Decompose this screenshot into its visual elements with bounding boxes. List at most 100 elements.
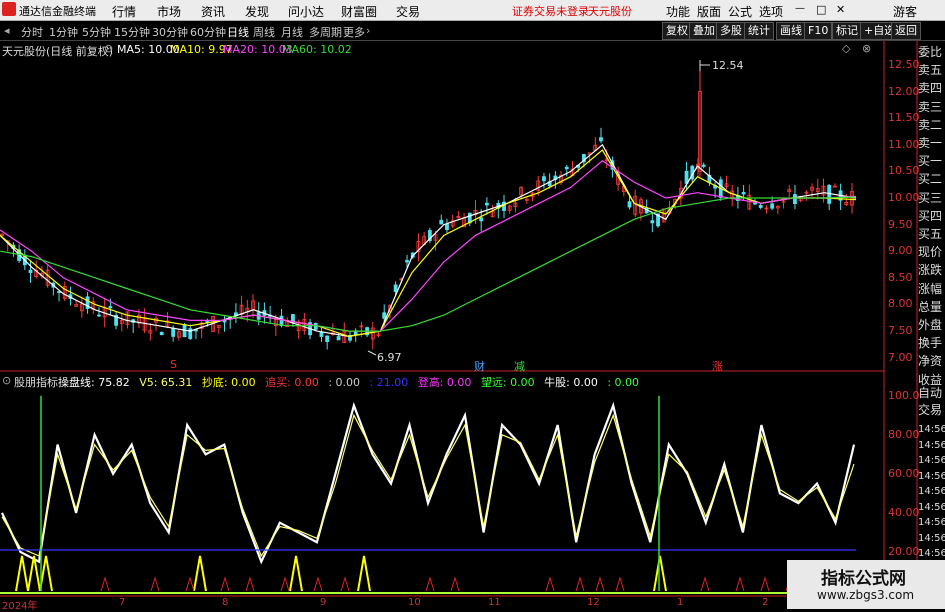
marker-finance[interactable]: 财	[474, 358, 485, 374]
candle-body	[279, 315, 284, 326]
period-toolbar: ◂ 分时 1分钟 5分钟 15分钟 30分钟 60分钟 日线 周线 月线 多周期…	[0, 21, 945, 41]
indicator-tick: 20.00	[888, 544, 920, 558]
guest-label[interactable]: 游客	[893, 3, 917, 20]
period-30min[interactable]: 30分钟	[152, 24, 188, 40]
trade-time: 14:56	[918, 424, 945, 435]
candle-body	[97, 314, 101, 317]
ma-line-ma5	[0, 143, 857, 338]
buy-signal-spike	[289, 555, 303, 592]
collapse-left-icon[interactable]: ◂	[4, 24, 10, 37]
quote-field-label: 涨跌	[918, 263, 943, 278]
menu-item-discover[interactable]: 发现	[245, 3, 269, 20]
period-monthly[interactable]: 月线	[281, 24, 303, 40]
price-tick: 11.50	[888, 111, 920, 125]
tool-mark[interactable]: 标记	[832, 22, 862, 40]
time-tick: 2024年	[2, 601, 38, 612]
candlestick-series	[0, 62, 854, 350]
chart-canvas[interactable]	[0, 41, 945, 609]
menu-item-formula[interactable]: 公式	[728, 3, 752, 20]
indicator-lines	[0, 401, 856, 565]
marker-s[interactable]: S	[170, 358, 177, 371]
tool-adjust[interactable]: 复权	[662, 22, 692, 40]
menu-item-function[interactable]: 功能	[666, 3, 690, 20]
menu-item-layout[interactable]: 版面	[697, 3, 721, 20]
price-tick: 10.50	[888, 164, 920, 178]
price-tick: 9.00	[888, 244, 913, 258]
menu-item-ask[interactable]: 问小达	[288, 3, 324, 20]
tool-stats[interactable]: 统计	[744, 22, 774, 40]
time-tick: 10	[408, 597, 421, 608]
quote-field-label: 卖三	[918, 99, 943, 114]
trade-time: 14:56	[918, 501, 945, 513]
ma-lines	[0, 143, 857, 338]
low-pointer	[367, 350, 377, 356]
settings-icon[interactable]: ⊙	[104, 42, 113, 55]
marker-reduce[interactable]: 减	[514, 358, 525, 374]
marker-limit-up[interactable]: 涨	[712, 358, 723, 374]
chevron-right-icon[interactable]: ›	[366, 24, 370, 37]
candle-body	[159, 331, 164, 336]
price-tick: 7.50	[888, 324, 913, 338]
period-weekly[interactable]: 周线	[253, 24, 275, 40]
watermark: 指标公式网 www.zbgs3.com	[787, 560, 945, 609]
trade-time: 14:56	[918, 548, 945, 559]
period-1min[interactable]: 1分钟	[49, 24, 78, 40]
quote-field-label: 买一	[918, 154, 943, 169]
candle-body	[827, 184, 832, 204]
period-60min[interactable]: 60分钟	[190, 24, 226, 40]
buy-signal-spike	[193, 555, 207, 592]
menu-item-options[interactable]: 选项	[759, 3, 783, 20]
time-tick: 11	[488, 597, 501, 608]
price-tick: 11.00	[888, 137, 920, 151]
sell-signal-marker	[150, 576, 160, 592]
close-button[interactable]: ✕	[836, 3, 845, 16]
sell-signal-marker	[425, 576, 435, 592]
tool-f10[interactable]: F10	[804, 22, 833, 40]
sell-signal-marker	[735, 576, 745, 592]
indicator-title: 股朋指标	[14, 376, 58, 389]
period-multi[interactable]: 多周期	[309, 24, 342, 40]
indicator-values: 操盘线: 75.82 V5: 65.31 抄底: 0.00 追买: 0.00 :…	[58, 374, 639, 390]
tool-multistock[interactable]: 多股	[716, 22, 746, 40]
candle-body	[793, 194, 797, 205]
price-tick: 8.50	[888, 270, 913, 284]
period-daily[interactable]: 日线	[227, 24, 249, 40]
chart-close-icon[interactable]: ⊗	[862, 42, 871, 55]
sell-signal-marker	[760, 576, 770, 592]
trade-time: 14:56	[918, 517, 945, 528]
login-notice[interactable]: 证券交易未登录	[512, 3, 589, 19]
period-more[interactable]: 更多	[343, 24, 365, 40]
candle-body	[627, 201, 632, 208]
period-intraday[interactable]: 分时	[21, 24, 43, 40]
menu-item-market[interactable]: 市场	[157, 3, 181, 20]
candle-body	[701, 164, 706, 167]
auto-trade-label[interactable]: 交易	[918, 401, 945, 418]
low-price-label: 6.97	[377, 351, 402, 364]
period-5min[interactable]: 5分钟	[82, 24, 111, 40]
quote-field-label: 买四	[918, 208, 943, 223]
menu-item-quotes[interactable]: 行情	[112, 3, 136, 20]
candle-body	[758, 205, 763, 208]
sell-signal-marker	[615, 576, 625, 592]
watermark-url: www.zbgs3.com	[817, 588, 915, 602]
price-tick: 9.50	[888, 217, 913, 231]
ind-value: : 21.00	[369, 376, 409, 389]
tool-draw[interactable]: 画线	[776, 22, 806, 40]
indicator-settings-icon[interactable]: ⊙	[2, 374, 11, 387]
tool-back[interactable]: 返回	[891, 22, 921, 40]
minimize-button[interactable]: —	[795, 3, 805, 14]
candle-body	[405, 260, 409, 263]
menu-item-news[interactable]: 资讯	[201, 3, 225, 20]
menu-item-trade[interactable]: 交易	[396, 3, 420, 20]
period-15min[interactable]: 15分钟	[114, 24, 150, 40]
menu-item-wealth[interactable]: 财富圈	[341, 3, 377, 20]
maximize-button[interactable]: □	[816, 3, 826, 16]
quote-field-label: 外盘	[918, 318, 943, 332]
price-tick: 12.00	[888, 84, 920, 98]
candle-body	[484, 202, 489, 206]
sell-signal-marker	[100, 576, 110, 592]
ind-value: 望远: 0.00	[480, 376, 535, 389]
tool-overlay[interactable]: 叠加	[689, 22, 719, 40]
chart-settings-icon[interactable]: ◇	[842, 42, 850, 55]
auto-trade-label[interactable]: 自动	[918, 384, 945, 401]
